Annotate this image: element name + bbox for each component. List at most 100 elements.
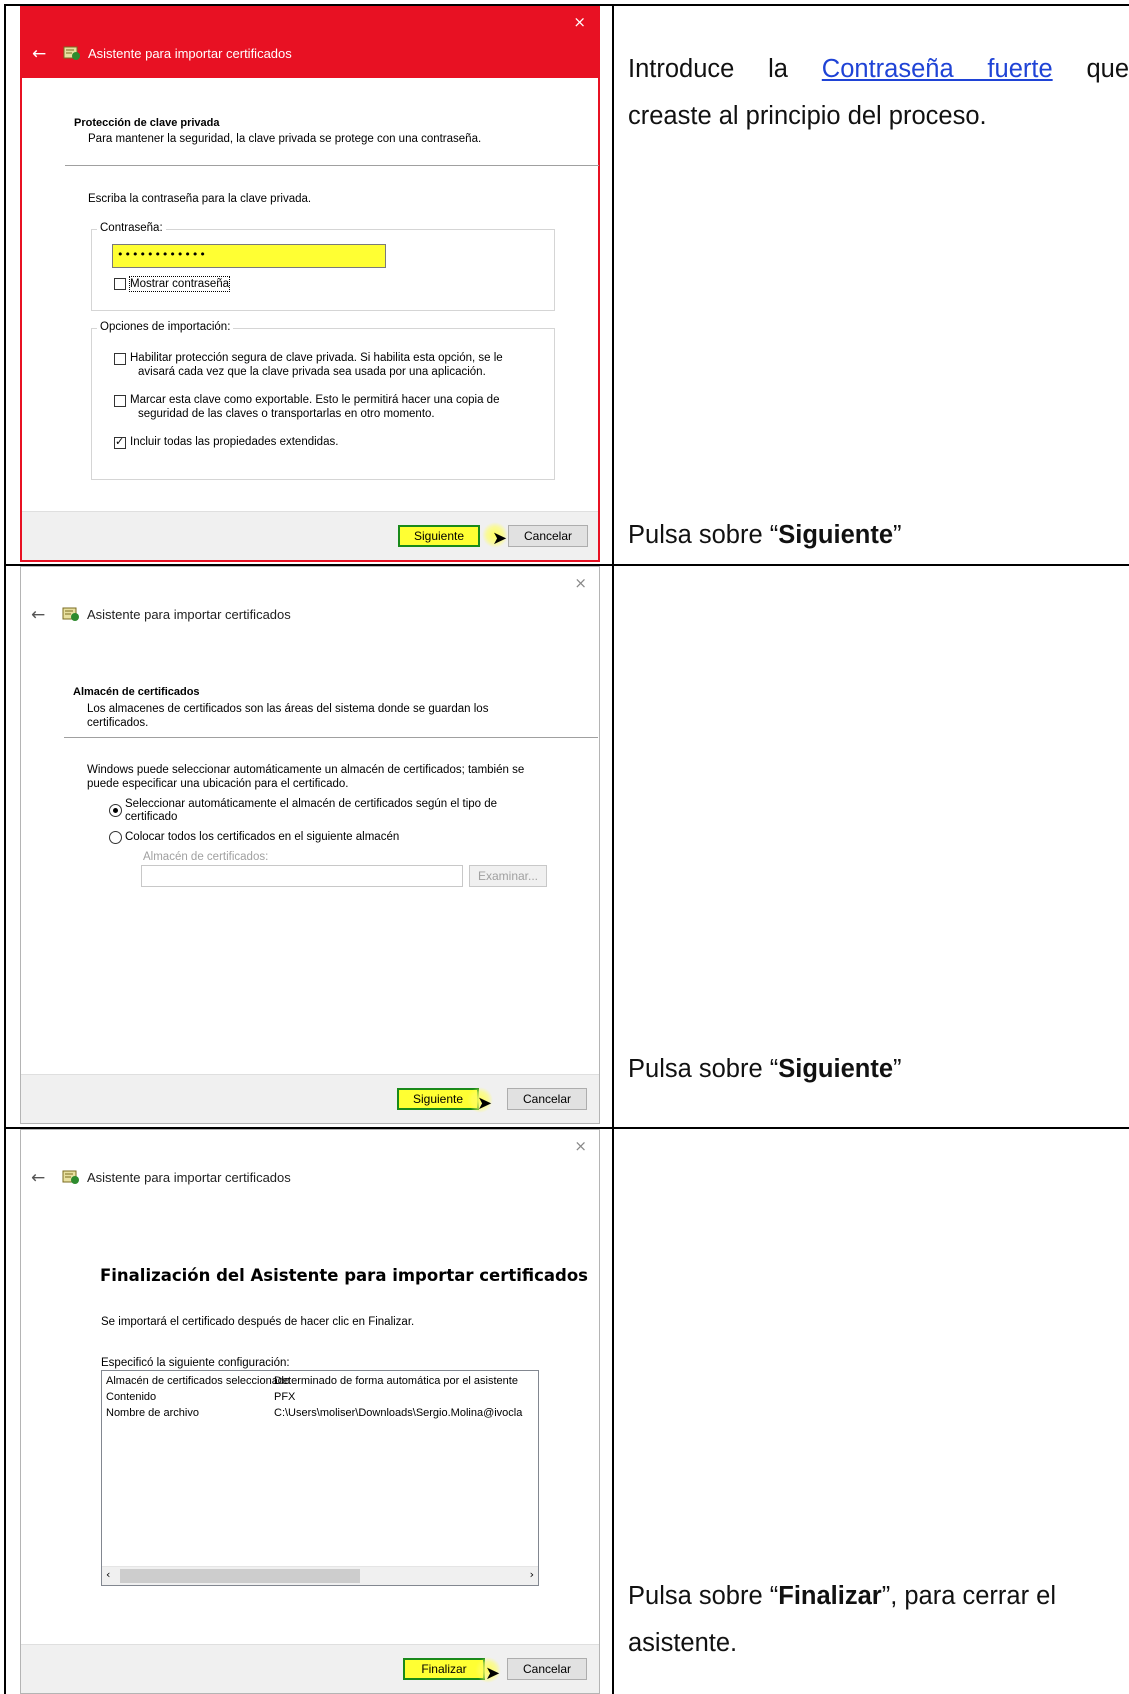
- instruction-text-line2: creaste al principio del proceso.: [628, 102, 987, 130]
- close-icon[interactable]: ×: [574, 574, 587, 592]
- strong-protection-label-1[interactable]: Habilitar protección segura de clave pri…: [130, 351, 503, 365]
- extended-properties-checkbox[interactable]: [114, 435, 126, 449]
- import-wizard-dialog: ← Asistente para importar certificados ×…: [20, 1129, 600, 1694]
- strong-protection-label-2: avisará cada vez que la clave privada se…: [138, 366, 486, 378]
- auto-store-label-2: certificado: [125, 811, 178, 823]
- instruction-cell: Pulsa sobre “Siguiente”: [628, 566, 1129, 1127]
- list-key: Almacén de certificados seleccionado: [106, 1375, 291, 1387]
- manual-store-label[interactable]: Colocar todos los certificados en el sig…: [125, 830, 399, 844]
- instruction-next-bold: Siguiente: [778, 521, 894, 549]
- dialog-title: Asistente para importar certificados: [88, 46, 292, 61]
- back-arrow-icon[interactable]: ←: [32, 44, 46, 64]
- password-prompt: Escriba la contraseña para la clave priv…: [88, 193, 312, 205]
- cancel-button[interactable]: Cancelar: [507, 1658, 587, 1680]
- import-wizard-dialog: ← Asistente para importar certificados ×…: [20, 6, 600, 562]
- list-item: C:\Users\moliser\Downloads\Sergio.Molina…: [274, 1407, 522, 1419]
- dialog-titlebar: ← Asistente para importar certificados ×: [22, 6, 598, 78]
- screenshot-store-dialog: ← Asistente para importar certificados ×…: [20, 566, 600, 1124]
- manual-store-radio[interactable]: [109, 831, 122, 844]
- mouse-pointer-icon: ➤: [485, 1663, 501, 1684]
- instruction-next-post: ”: [893, 1055, 902, 1083]
- next-button[interactable]: Siguiente: [398, 525, 480, 547]
- header-separator: [64, 737, 598, 738]
- instruction-next-pre: Pulsa sobre “: [628, 1055, 779, 1083]
- store-body-1: Windows puede seleccionar automáticament…: [87, 764, 525, 776]
- instruction-text-pre: Introduce la: [628, 55, 822, 83]
- auto-store-label-1[interactable]: Seleccionar automáticamente el almacén d…: [125, 797, 497, 811]
- finish-heading: Finalización del Asistente para importar…: [100, 1266, 588, 1285]
- import-options-group: Opciones de importación: Habilitar prote…: [91, 321, 555, 480]
- instruction-next-pre: Pulsa sobre “: [628, 521, 779, 549]
- strong-password-link[interactable]: Contraseña fuerte: [822, 55, 1053, 83]
- section-title: Protección de clave privada: [74, 117, 220, 129]
- list-value: PFX: [274, 1391, 296, 1403]
- store-input[interactable]: [141, 865, 463, 887]
- mouse-pointer-icon: ➤: [492, 528, 508, 549]
- list-item: Nombre de archivo: [106, 1407, 199, 1419]
- instruction-finish-post: ”, para cerrar el: [881, 1582, 1057, 1610]
- cancel-button[interactable]: Cancelar: [507, 1088, 587, 1110]
- back-arrow-icon[interactable]: ←: [31, 1168, 45, 1188]
- instruction-finish: Pulsa sobre “Finalizar”, para cerrar el a…: [628, 1573, 1129, 1667]
- show-password-label[interactable]: Mostrar contraseña: [128, 276, 231, 292]
- store-body-2: puede especificar una ubicación para el …: [87, 778, 349, 790]
- cancel-button[interactable]: Cancelar: [508, 525, 588, 547]
- exportable-label-1[interactable]: Marcar esta clave como exportable. Esto …: [130, 393, 499, 407]
- list-key: Nombre de archivo: [106, 1407, 199, 1419]
- password-group-label: Contraseña:: [97, 222, 166, 234]
- close-icon[interactable]: ×: [574, 1137, 587, 1155]
- exportable-checkbox[interactable]: [114, 395, 126, 407]
- instruction-cell: Introduce la Contraseña fuerte que creas…: [628, 6, 1129, 564]
- scroll-right-icon[interactable]: ›: [530, 1568, 534, 1581]
- instruction-finish-pre: Pulsa sobre “: [628, 1582, 779, 1610]
- scroll-thumb[interactable]: [120, 1569, 360, 1583]
- dialog-footer: Siguiente ➤ Cancelar: [21, 1074, 599, 1123]
- instruction-finish-bold: Finalizar: [778, 1582, 882, 1610]
- section-title: Almacén de certificados: [73, 686, 200, 698]
- dialog-titlebar: ← Asistente para importar certificados ×: [21, 567, 599, 639]
- section-subtitle-1: Los almacenes de certificados son las ár…: [87, 703, 489, 715]
- config-list[interactable]: Almacén de certificados seleccionado Det…: [101, 1370, 539, 1586]
- list-item: Contenido: [106, 1391, 156, 1403]
- section-subtitle-2: certificados.: [87, 717, 149, 729]
- auto-store-radio[interactable]: [109, 804, 122, 817]
- step-row-store: ← Asistente para importar certificados ×…: [6, 566, 1129, 1127]
- instruction-next-1: Pulsa sobre “Siguiente”: [628, 512, 1129, 559]
- import-wizard-dialog: ← Asistente para importar certificados ×…: [20, 566, 600, 1124]
- show-password-checkbox[interactable]: [114, 278, 126, 290]
- section-subtitle: Para mantener la seguridad, la clave pri…: [88, 133, 482, 145]
- strong-protection-checkbox[interactable]: [114, 353, 126, 365]
- scroll-left-icon[interactable]: ‹: [106, 1568, 110, 1581]
- mouse-pointer-icon: ➤: [477, 1093, 493, 1114]
- import-options-label: Opciones de importación:: [97, 321, 234, 333]
- extended-properties-label[interactable]: Incluir todas las propiedades extendidas…: [130, 435, 338, 449]
- password-input[interactable]: ••••••••••••: [112, 244, 386, 268]
- instruction-cell: Pulsa sobre “Finalizar”, para cerrar el a…: [628, 1129, 1129, 1694]
- store-field-label: Almacén de certificados:: [143, 851, 269, 863]
- config-label: Especificó la siguiente configuración:: [101, 1357, 290, 1369]
- dialog-titlebar: ← Asistente para importar certificados ×: [21, 1130, 599, 1202]
- list-item: Almacén de certificados seleccionado: [106, 1375, 290, 1387]
- certificate-icon: [62, 607, 79, 621]
- instruction-next-2: Pulsa sobre “Siguiente”: [628, 1046, 1129, 1093]
- close-icon[interactable]: ×: [573, 13, 586, 31]
- finish-body: Se importará el certificado después de h…: [101, 1316, 415, 1328]
- screenshot-finish-dialog: ← Asistente para importar certificados ×…: [20, 1129, 600, 1694]
- dialog-title: Asistente para importar certificados: [87, 1170, 291, 1185]
- instruction-password: Introduce la Contraseña fuerte que creas…: [628, 46, 1129, 140]
- instruction-finish-line2: asistente.: [628, 1629, 738, 1657]
- instruction-next-bold: Siguiente: [778, 1055, 894, 1083]
- list-value: Determinado de forma automática por el a…: [274, 1375, 518, 1387]
- certificate-icon: [63, 46, 80, 60]
- screenshot-password-dialog: ← Asistente para importar certificados ×…: [20, 6, 600, 562]
- back-arrow-icon[interactable]: ←: [31, 605, 45, 625]
- certificate-icon: [62, 1170, 79, 1184]
- header-separator: [65, 165, 599, 166]
- dialog-footer: Finalizar ➤ Cancelar: [21, 1644, 599, 1693]
- dialog-footer: Siguiente ➤ Cancelar: [22, 511, 598, 560]
- browse-button[interactable]: Examinar...: [469, 865, 547, 887]
- finish-button[interactable]: Finalizar: [403, 1658, 485, 1680]
- horizontal-scrollbar[interactable]: ‹ ›: [102, 1566, 538, 1585]
- list-item: Determinado de forma automática por el a…: [274, 1375, 518, 1387]
- instruction-text-post: que: [1052, 55, 1129, 83]
